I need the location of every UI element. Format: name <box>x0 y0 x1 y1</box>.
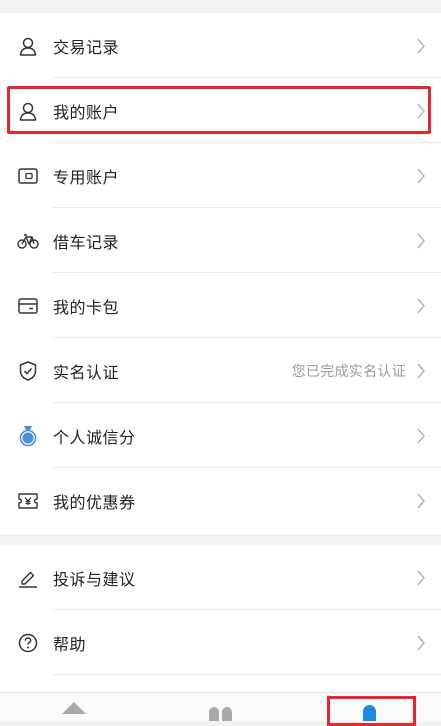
menu-item-right <box>410 425 441 447</box>
coupon-icon <box>17 490 39 512</box>
chevron-right-icon <box>410 567 432 589</box>
menu-item-transaction-records[interactable]: 交易记录 <box>0 13 441 78</box>
user-icon <box>17 35 39 57</box>
help-icon <box>17 632 39 654</box>
menu-item-label: 借车记录 <box>53 232 120 252</box>
menu-item-right: 您已完成实名认证 <box>292 360 441 382</box>
menu-item-label: 交易记录 <box>53 37 120 57</box>
chevron-right-icon <box>410 230 432 252</box>
menu-item-right <box>410 490 441 512</box>
menu-item-help[interactable]: 帮助 <box>0 610 441 675</box>
menu-item-right <box>410 567 441 589</box>
auth-status-text: 您已完成实名认证 <box>291 363 406 380</box>
menu-item-complaints[interactable]: 投诉与建议 <box>0 545 441 610</box>
menu-item-label: 专用账户 <box>53 167 120 187</box>
menu-item-coupons[interactable]: 我的优惠券 <box>0 468 441 534</box>
menu-item-right <box>410 165 441 187</box>
menu-item-label: 投诉与建议 <box>53 569 136 589</box>
highlight-box-profile-tab <box>327 696 416 726</box>
home-icon[interactable] <box>62 702 86 714</box>
chevron-right-icon <box>410 165 432 187</box>
menu-item-label: 我的卡包 <box>53 297 120 317</box>
menu-item-dedicated-account[interactable]: 专用账户 <box>0 143 441 208</box>
menu-item-label: 帮助 <box>53 634 87 654</box>
menu-item-right <box>410 35 441 57</box>
menu-item-credit-score[interactable]: 个人诚信分 <box>0 403 441 468</box>
discover-icon[interactable] <box>209 707 233 721</box>
discover-icon-right <box>222 707 232 721</box>
chevron-right-icon <box>410 35 432 57</box>
menu-item-card-wallet[interactable]: 我的卡包 <box>0 273 441 338</box>
edit-icon <box>17 567 39 589</box>
shield-check-icon <box>17 360 39 382</box>
menu-item-label: 个人诚信分 <box>53 427 136 447</box>
menu-item-label: 我的优惠券 <box>53 493 136 512</box>
chevron-right-icon <box>410 490 432 512</box>
discover-icon-left <box>209 707 219 721</box>
wallet-icon <box>17 165 39 187</box>
highlight-box-my-account <box>7 86 431 134</box>
menu-item-right <box>410 632 441 654</box>
menu-item-right <box>410 295 441 317</box>
credit-badge-icon <box>17 425 39 447</box>
menu-item-label: 实名认证 <box>53 362 120 382</box>
chevron-right-icon <box>410 632 432 654</box>
top-spacer <box>0 0 441 13</box>
chevron-right-icon <box>410 425 432 447</box>
menu-item-real-name-auth[interactable]: 实名认证 您已完成实名认证 <box>0 338 441 403</box>
card-icon <box>17 295 39 317</box>
menu-item-bike-records[interactable]: 借车记录 <box>0 208 441 273</box>
chevron-right-icon <box>410 295 432 317</box>
divider <box>52 674 441 675</box>
menu-group-support: 投诉与建议 帮助 <box>0 545 441 705</box>
bicycle-icon <box>17 230 39 252</box>
chevron-right-icon <box>410 360 432 382</box>
menu-item-right <box>410 230 441 252</box>
